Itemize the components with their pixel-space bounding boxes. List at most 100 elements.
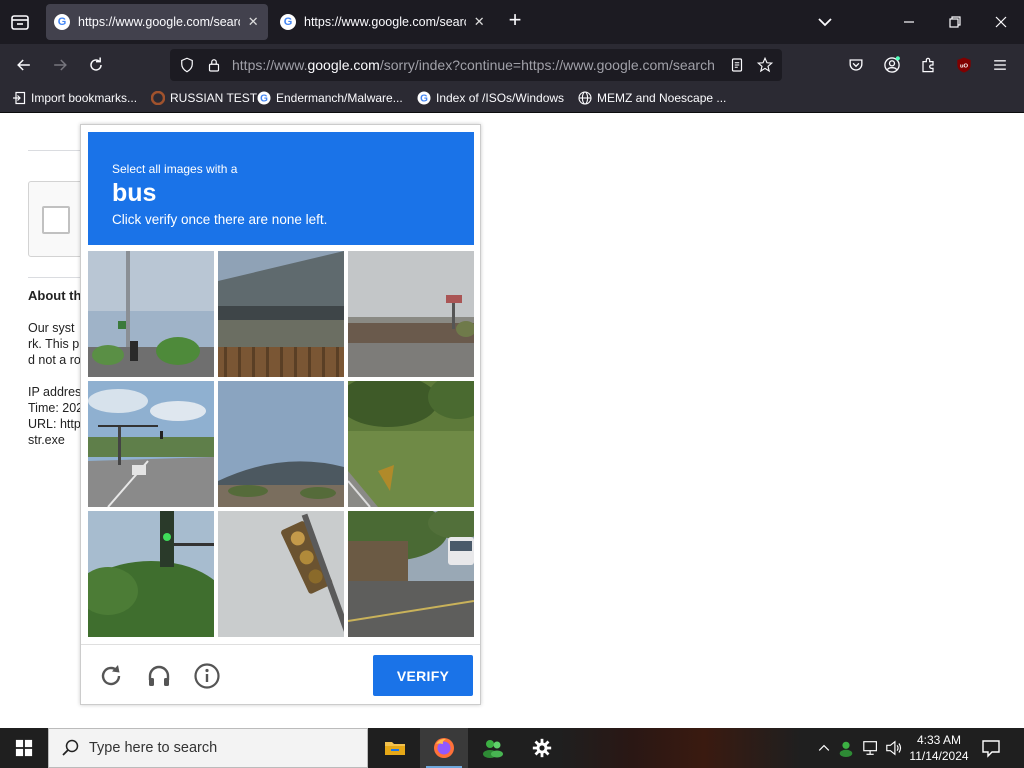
people-app-icon[interactable] [469,728,517,768]
explanation-line: d not a ro [28,353,81,367]
google-favicon: G [280,14,296,30]
divider [28,277,88,278]
bookmark-label: Import bookmarks... [31,91,138,105]
bookmark-label: Index of /ISOs/Windows [436,91,565,105]
bookmark-label: Endermanch/Malware... [276,91,403,105]
restore-icon[interactable] [943,10,967,34]
bookmark-label: MEMZ and Noescape ... [597,91,727,105]
image-tile[interactable] [88,381,214,507]
taskbar-search-box[interactable]: Type here to search [48,728,368,768]
image-tile[interactable] [88,251,214,377]
clock-time: 4:33 AM [916,733,962,747]
search-icon [61,738,81,758]
challenge-header: Select all images with a bus Click verif… [88,132,474,245]
image-tile[interactable] [218,511,344,637]
url-prefix: https://www. [232,57,308,73]
ublock-origin-icon[interactable]: uO [952,53,976,77]
info-line: URL: http [28,417,81,431]
extensions-icon[interactable] [916,53,940,77]
back-icon[interactable] [12,53,36,77]
navigation-toolbar: https://www.google.com/sorry/index?conti… [0,44,1024,86]
forward-icon[interactable] [48,53,72,77]
minimize-icon[interactable] [897,10,921,34]
info-line: Time: 202 [28,401,84,415]
bookmark-label: RUSSIAN TEST [170,91,258,105]
image-grid [88,251,474,637]
image-tile[interactable] [218,381,344,507]
people-tray-icon[interactable] [836,738,856,758]
info-line: str.exe [28,433,65,447]
explanation-line: Our syst [28,321,75,335]
file-explorer-icon[interactable] [371,728,419,768]
bookmark-favicon [151,91,165,105]
tab-title: https://www.google.com/search [304,15,467,29]
volume-icon[interactable] [884,738,904,758]
image-tile[interactable] [348,251,474,377]
tab-google-search-2[interactable]: G https://www.google.com/search ✕ [272,4,494,40]
recaptcha-challenge: Select all images with a bus Click verif… [80,124,481,705]
target-word: bus [112,179,157,207]
divider [28,150,88,151]
explanation-line: rk. This p [28,337,80,351]
image-tile[interactable] [88,511,214,637]
settings-gear-icon[interactable] [518,728,566,768]
list-all-tabs-icon[interactable] [815,12,835,32]
system-clock[interactable]: 4:33 AM 11/14/2024 [904,732,974,764]
reload-icon[interactable] [97,662,125,690]
pocket-icon[interactable] [844,53,868,77]
bookmarks-toolbar: Import bookmarks... RUSSIAN TEST G Ender… [0,86,1024,113]
verify-button[interactable]: VERIFY [373,655,473,696]
hamburger-menu-icon[interactable] [988,53,1012,77]
image-tile[interactable] [218,251,344,377]
bookmark-star-icon[interactable] [753,53,777,77]
bookmark-index-isos[interactable]: G Index of /ISOs/Windows [417,91,564,105]
google-favicon: G [257,91,271,105]
windows-logo-icon [15,739,33,757]
image-tile[interactable] [348,381,474,507]
svg-text:G: G [420,94,428,105]
firefox-taskbar-icon[interactable] [420,728,468,768]
account-icon[interactable] [880,53,904,77]
windows-taskbar: Type here to search 4:33 AM 11/14/2024 [0,728,1024,768]
url-text[interactable]: https://www.google.com/sorry/index?conti… [232,57,716,73]
recaptcha-checkbox[interactable] [42,206,70,234]
tab-google-search-1[interactable]: G https://www.google.com/search ✕ [46,4,268,40]
tab-bar: G https://www.google.com/search ✕ G http… [0,0,1024,44]
footer-divider [81,644,480,645]
close-tab-icon[interactable]: ✕ [472,14,486,30]
google-favicon: G [417,91,431,105]
audio-icon[interactable] [145,662,173,690]
bookmark-russian-test[interactable]: RUSSIAN TEST [151,91,257,105]
info-icon[interactable] [193,662,221,690]
reader-view-icon[interactable] [725,53,749,77]
firefox-view-icon[interactable] [8,10,32,34]
start-button[interactable] [0,728,48,768]
image-tile[interactable] [348,511,474,637]
import-icon [12,91,26,105]
shield-icon[interactable] [175,53,199,77]
svg-text:uO: uO [960,64,969,70]
bookmark-import[interactable]: Import bookmarks... [12,91,137,105]
network-icon[interactable] [861,738,881,758]
reload-icon[interactable] [84,53,108,77]
url-bar[interactable]: https://www.google.com/sorry/index?conti… [170,49,782,81]
url-path: /sorry/index?continue=https://www.google… [379,57,715,73]
show-hidden-icons-chevron[interactable] [814,738,834,758]
info-line: IP addres [28,385,82,399]
bookmark-endermanch[interactable]: G Endermanch/Malware... [257,91,403,105]
svg-text:G: G [260,94,268,105]
bookmark-memz[interactable]: MEMZ and Noescape ... [578,91,726,105]
clock-date: 11/14/2024 [909,749,969,763]
about-heading: About th [28,288,82,303]
close-window-icon[interactable] [989,10,1013,34]
close-tab-icon[interactable]: ✕ [246,14,260,30]
instruction-subline: Click verify once there are none left. [112,212,328,227]
google-favicon: G [54,14,70,30]
taskbar-background [560,728,800,768]
globe-icon [578,91,592,105]
search-placeholder: Type here to search [89,740,218,756]
lock-icon[interactable] [202,53,226,77]
new-tab-button[interactable]: + [504,9,526,32]
instruction-line: Select all images with a [112,162,238,176]
notification-center-icon[interactable] [980,737,1002,759]
